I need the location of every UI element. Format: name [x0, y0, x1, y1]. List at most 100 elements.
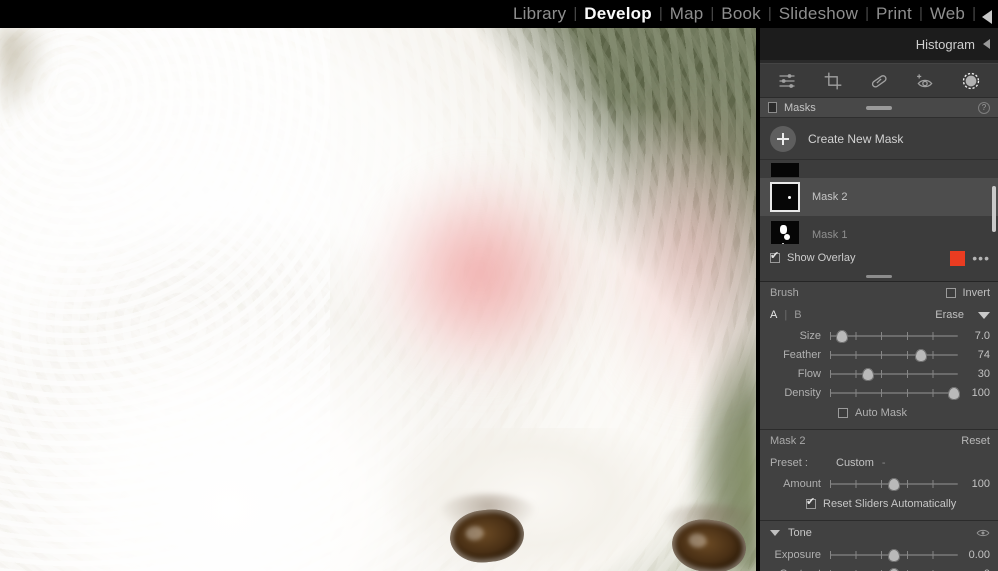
slider-knob[interactable] [888, 548, 900, 562]
edit-sliders-icon[interactable] [777, 71, 797, 91]
create-new-mask-button[interactable]: Create New Mask [760, 118, 998, 160]
preset-row[interactable]: Preset : Custom - [760, 452, 998, 474]
slider-track[interactable] [830, 367, 958, 381]
slider-knob[interactable] [888, 567, 900, 571]
histogram-header[interactable]: Histogram [760, 28, 998, 60]
slider-value: 100 [971, 386, 990, 399]
brush-b-button[interactable]: B [787, 309, 801, 321]
panel-drag-handle[interactable] [866, 105, 892, 110]
list-item-mask-2[interactable]: Mask 2 [760, 178, 998, 216]
stage-divider [756, 28, 758, 571]
auto-mask-checkbox[interactable] [838, 408, 848, 418]
mask-settings-header: Mask 2 Reset [760, 430, 998, 452]
crop-icon[interactable] [823, 71, 843, 91]
mask-label: Mask 2 [812, 191, 848, 203]
brush-erase-button[interactable]: Erase [935, 309, 964, 321]
masks-panel-title: Masks [784, 101, 816, 114]
invert-label: Invert [962, 287, 990, 299]
module-library[interactable]: Library [506, 0, 573, 28]
slider-value: 74 [977, 348, 990, 361]
right-panel: Histogram Masks ? Create New Mask Mask 2… [760, 28, 998, 571]
slider-track[interactable] [830, 477, 958, 491]
photo-preview [0, 28, 758, 571]
triangle-down-icon[interactable] [978, 311, 990, 319]
slider-density[interactable]: Density 100 [760, 383, 998, 402]
reset-sliders-row[interactable]: Reset Sliders Automatically [760, 493, 998, 515]
mask-list-scrollbar[interactable] [992, 186, 996, 232]
module-separator: | [972, 5, 976, 22]
show-overlay-checkbox[interactable] [770, 249, 780, 263]
show-overlay-label: Show Overlay [787, 252, 856, 264]
triangle-left-icon[interactable] [983, 39, 990, 49]
module-book[interactable]: Book [714, 0, 768, 28]
create-new-mask-label: Create New Mask [808, 131, 904, 146]
preset-value[interactable]: Custom [836, 457, 874, 469]
slider-knob[interactable] [888, 477, 900, 491]
show-overlay-row[interactable]: Show Overlay ••• [760, 244, 998, 272]
slider-label: Exposure [774, 548, 821, 561]
slider-label: Density [784, 386, 821, 399]
masks-panel-header[interactable]: Masks ? [760, 98, 998, 118]
overlay-options-menu[interactable]: ••• [972, 250, 990, 266]
slider-amount[interactable]: Amount 100 [760, 474, 998, 493]
slider-feather[interactable]: Feather 74 [760, 345, 998, 364]
reset-button[interactable]: Reset [961, 435, 990, 447]
lightroom-window: Library | Develop | Map | Book | Slidesh… [0, 0, 998, 571]
plus-icon[interactable] [770, 125, 796, 152]
slider-track[interactable] [830, 329, 958, 343]
help-icon[interactable]: ? [978, 101, 990, 114]
invert-toggle[interactable]: Invert [946, 287, 990, 299]
preset-dropdown-icon[interactable]: - [882, 457, 886, 469]
mask-list[interactable]: Mask 2 Mask 1 [760, 160, 998, 244]
module-develop[interactable]: Develop [577, 0, 659, 28]
triangle-right-icon[interactable] [982, 10, 992, 24]
slider-knob[interactable] [914, 348, 927, 362]
slider-knob[interactable] [835, 329, 848, 343]
resize-grip-icon [866, 275, 892, 278]
tool-strip [760, 64, 998, 98]
slider-knob[interactable] [948, 386, 961, 400]
eye-icon[interactable] [976, 528, 990, 538]
brush-section: Brush Invert A | B Erase Size 7.0 Feathe… [760, 282, 998, 430]
photo-snout [380, 428, 680, 571]
mask-settings-section: Mask 2 Reset Preset : Custom - Amount 10… [760, 430, 998, 521]
overlay-color-swatch[interactable] [950, 250, 966, 266]
photo-background-topleft [0, 28, 70, 148]
list-item[interactable] [760, 160, 998, 178]
slider-flow[interactable]: Flow 30 [760, 364, 998, 383]
image-stage[interactable] [0, 28, 758, 571]
panel-toggle-icon[interactable] [768, 102, 777, 113]
masks-panel-resize-handle[interactable] [760, 272, 998, 282]
reset-sliders-label: Reset Sliders Automatically [823, 498, 957, 510]
slider-track[interactable] [830, 567, 958, 571]
brush-a-button[interactable]: A [770, 309, 784, 321]
module-print[interactable]: Print [869, 0, 919, 28]
module-map[interactable]: Map [663, 0, 711, 28]
slider-exposure[interactable]: Exposure 0.00 [760, 545, 998, 564]
mask-thumbnail[interactable] [770, 220, 800, 244]
red-eye-icon[interactable] [915, 71, 935, 91]
slider-size[interactable]: Size 7.0 [760, 326, 998, 345]
slider-label: Size [799, 329, 821, 342]
slider-track[interactable] [830, 348, 958, 362]
slider-label: Amount [783, 477, 821, 490]
invert-checkbox[interactable] [946, 288, 957, 298]
healing-brush-icon[interactable] [869, 71, 889, 91]
reset-sliders-checkbox[interactable] [806, 495, 816, 509]
auto-mask-row[interactable]: Auto Mask [760, 402, 998, 424]
masking-icon[interactable] [961, 71, 981, 91]
list-item-mask-1[interactable]: Mask 1 [760, 216, 998, 244]
module-web[interactable]: Web [923, 0, 972, 28]
mask-thumbnail[interactable] [770, 182, 800, 212]
slider-contrast[interactable]: Contrast 0 [760, 564, 998, 571]
triangle-down-icon[interactable] [770, 530, 780, 536]
mask-thumbnail[interactable] [770, 162, 800, 178]
module-slideshow[interactable]: Slideshow [772, 0, 865, 28]
slider-track[interactable] [830, 548, 958, 562]
slider-track[interactable] [830, 386, 961, 400]
slider-value: 100 [971, 477, 990, 490]
slider-label: Contrast [770, 568, 830, 571]
histogram-title: Histogram [915, 36, 975, 52]
mask-settings-title: Mask 2 [770, 435, 806, 447]
tone-header[interactable]: Tone [760, 521, 998, 545]
